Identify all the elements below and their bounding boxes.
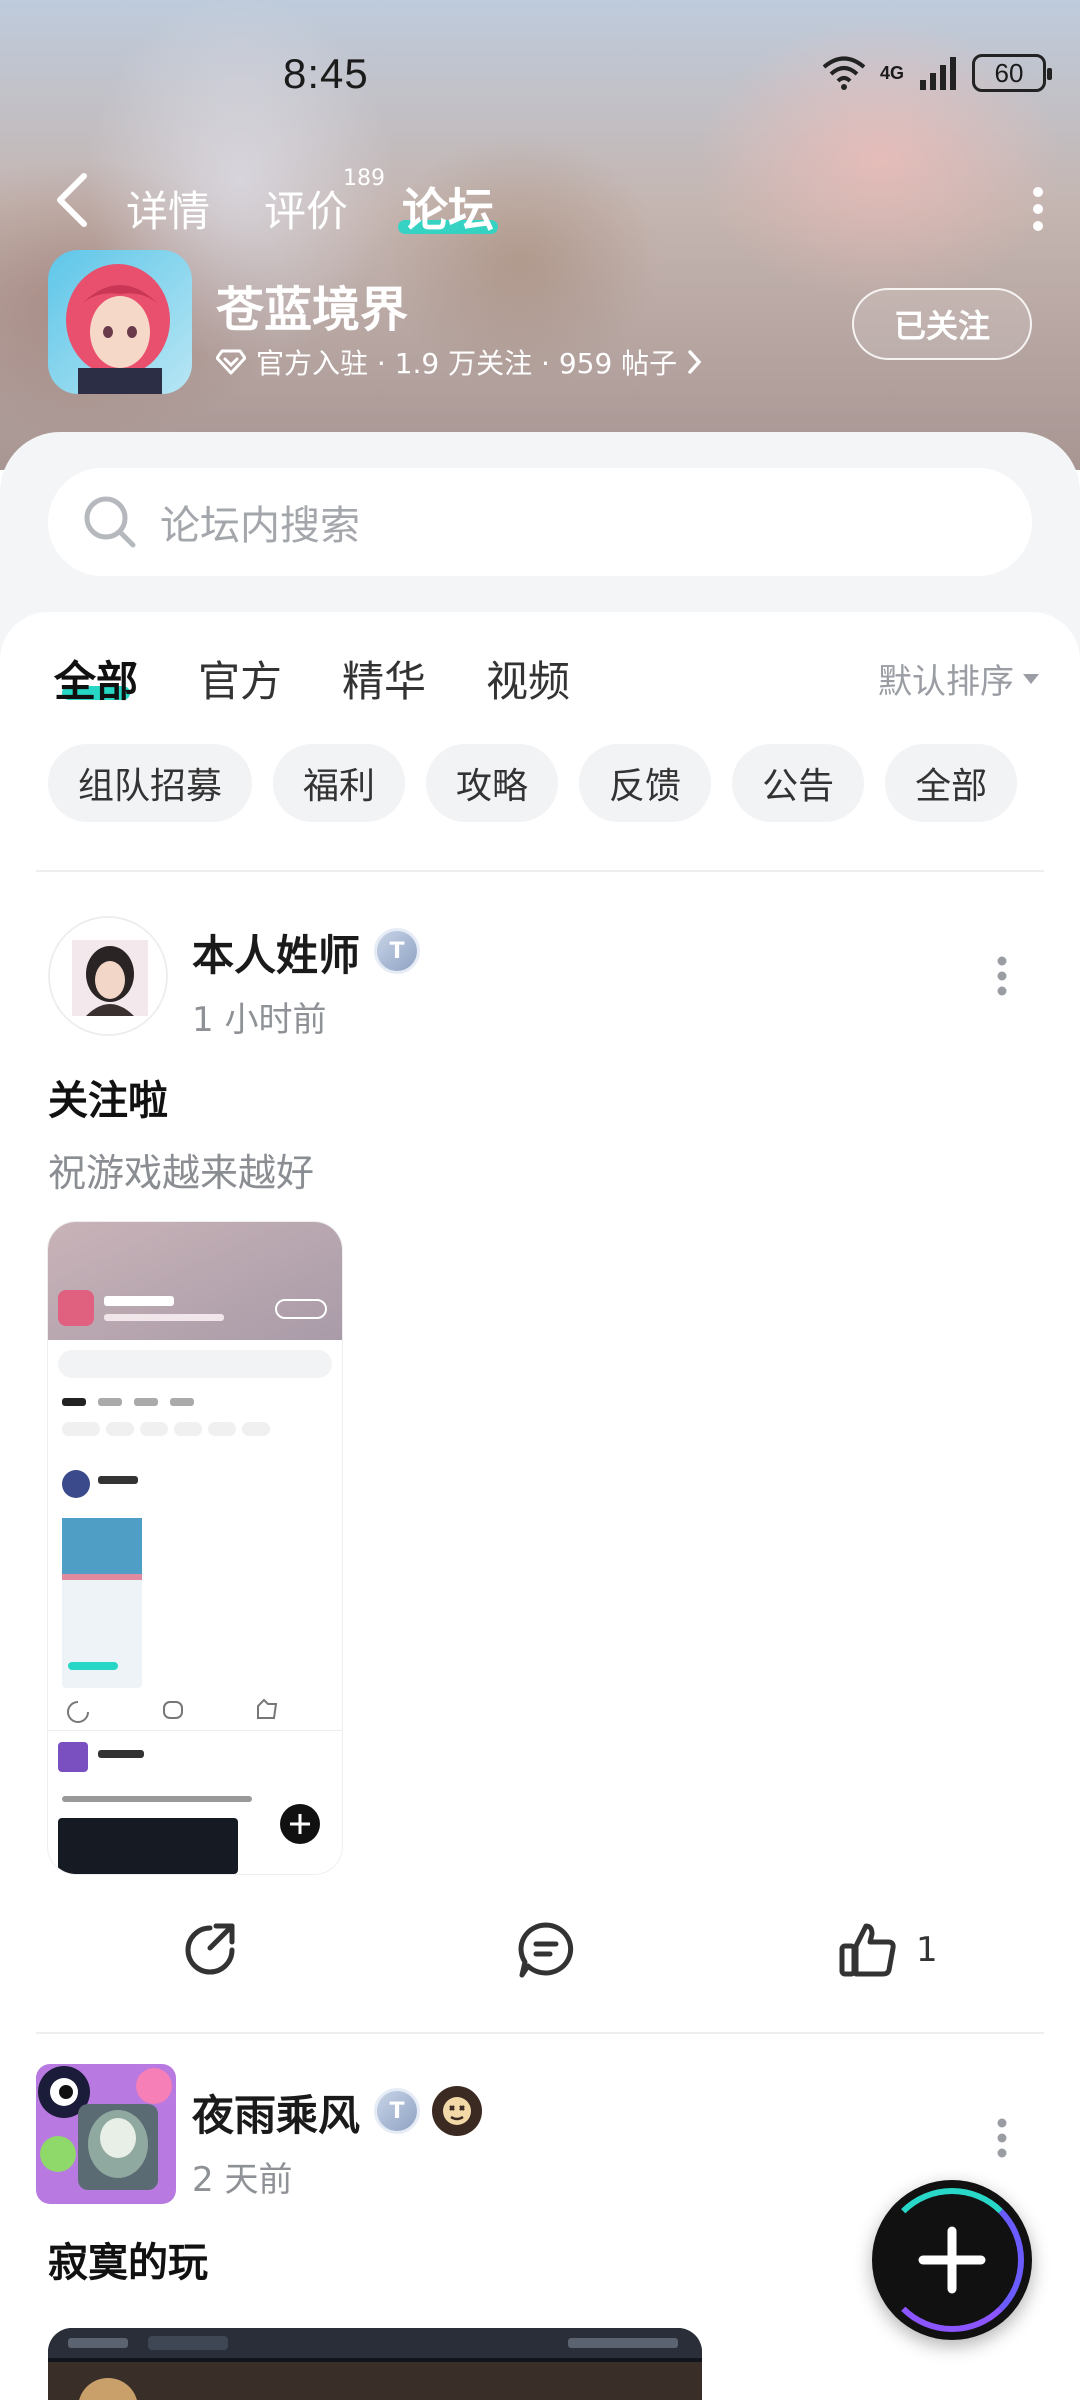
chip-feedback[interactable]: 反馈	[579, 744, 712, 822]
game-meta-text: 官方入驻 · 1.9 万关注 · 959 帖子	[256, 347, 678, 380]
chip-team-recruit[interactable]: 组队招募	[48, 744, 253, 822]
search-input[interactable]: 论坛内搜索	[48, 468, 1032, 576]
battery-icon: 60	[972, 54, 1052, 92]
post-time: 1 小时前	[192, 1000, 327, 1040]
tab-forum[interactable]: 论坛	[402, 174, 494, 240]
more-icon[interactable]	[1032, 186, 1044, 232]
post-time: 2 天前	[192, 2160, 293, 2200]
follow-button[interactable]: 已关注	[852, 288, 1032, 360]
network-type: 4G	[879, 62, 904, 83]
comment-icon	[518, 1922, 574, 1978]
sort-label: 默认排序	[878, 662, 1014, 702]
post-more-icon[interactable]	[996, 956, 1008, 996]
chip-guide[interactable]: 攻略	[426, 744, 559, 822]
post-title[interactable]: 寂寞的玩	[48, 2230, 208, 2288]
avatar[interactable]	[48, 916, 168, 1036]
filter-tab-featured[interactable]: 精华	[342, 648, 426, 709]
verified-diamond-icon	[216, 349, 246, 375]
post-author[interactable]: 夜雨乘风	[192, 2082, 360, 2143]
post-image-screenshot[interactable]	[48, 1222, 342, 1874]
section-divider	[36, 870, 1044, 872]
thumbs-up-icon	[839, 1923, 896, 1977]
status-icons: 4G 60	[822, 54, 1052, 92]
game-meta[interactable]: 官方入驻 · 1.9 万关注 · 959 帖子	[216, 342, 703, 382]
tab-reviews[interactable]: 评价	[264, 178, 348, 239]
search-icon	[84, 496, 136, 548]
caret-down-icon	[1023, 673, 1039, 684]
chip-welfare[interactable]: 福利	[273, 744, 406, 822]
post-more-icon[interactable]	[996, 2118, 1008, 2158]
category-chips: 组队招募 福利 攻略 反馈 公告 全部	[48, 744, 1018, 822]
reviews-count-badge: 189	[343, 166, 385, 191]
tab-detail[interactable]: 详情	[126, 178, 210, 239]
filter-tab-video[interactable]: 视频	[486, 648, 570, 709]
post-author[interactable]: 本人姓师	[192, 922, 360, 983]
chevron-right-icon	[688, 350, 702, 374]
post-body[interactable]: 祝游戏越来越好	[48, 1142, 314, 1197]
level-badge-icon: T	[374, 2088, 420, 2134]
post-image-screenshot[interactable]	[48, 2328, 702, 2400]
sort-dropdown[interactable]: 默认排序	[878, 654, 1040, 703]
post-title[interactable]: 关注啦	[48, 1068, 168, 1126]
signal-icon	[920, 57, 956, 90]
wifi-icon	[822, 56, 866, 90]
level-badge-icon: T	[374, 928, 420, 974]
comment-button[interactable]	[516, 1920, 576, 1980]
chip-all[interactable]: 全部	[885, 744, 1018, 822]
plus-icon	[918, 2226, 986, 2294]
game-icon[interactable]	[48, 250, 192, 394]
search-placeholder: 论坛内搜索	[160, 503, 360, 549]
share-icon	[185, 1923, 235, 1975]
back-icon[interactable]	[50, 170, 94, 230]
like-button[interactable]: 1	[838, 1920, 938, 1980]
like-count: 1	[916, 1930, 938, 1970]
share-button[interactable]	[180, 1920, 240, 1980]
status-time: 8:45	[283, 50, 369, 97]
filter-tab-all[interactable]: 全部	[54, 648, 138, 709]
game-title: 苍蓝境界	[216, 282, 409, 338]
post-divider	[36, 2032, 1044, 2034]
avatar[interactable]	[36, 2064, 176, 2204]
chip-announcement[interactable]: 公告	[732, 744, 865, 822]
filter-tab-official[interactable]: 官方	[198, 648, 282, 709]
create-post-button[interactable]	[872, 2180, 1032, 2340]
medal-badge-icon	[432, 2086, 482, 2136]
